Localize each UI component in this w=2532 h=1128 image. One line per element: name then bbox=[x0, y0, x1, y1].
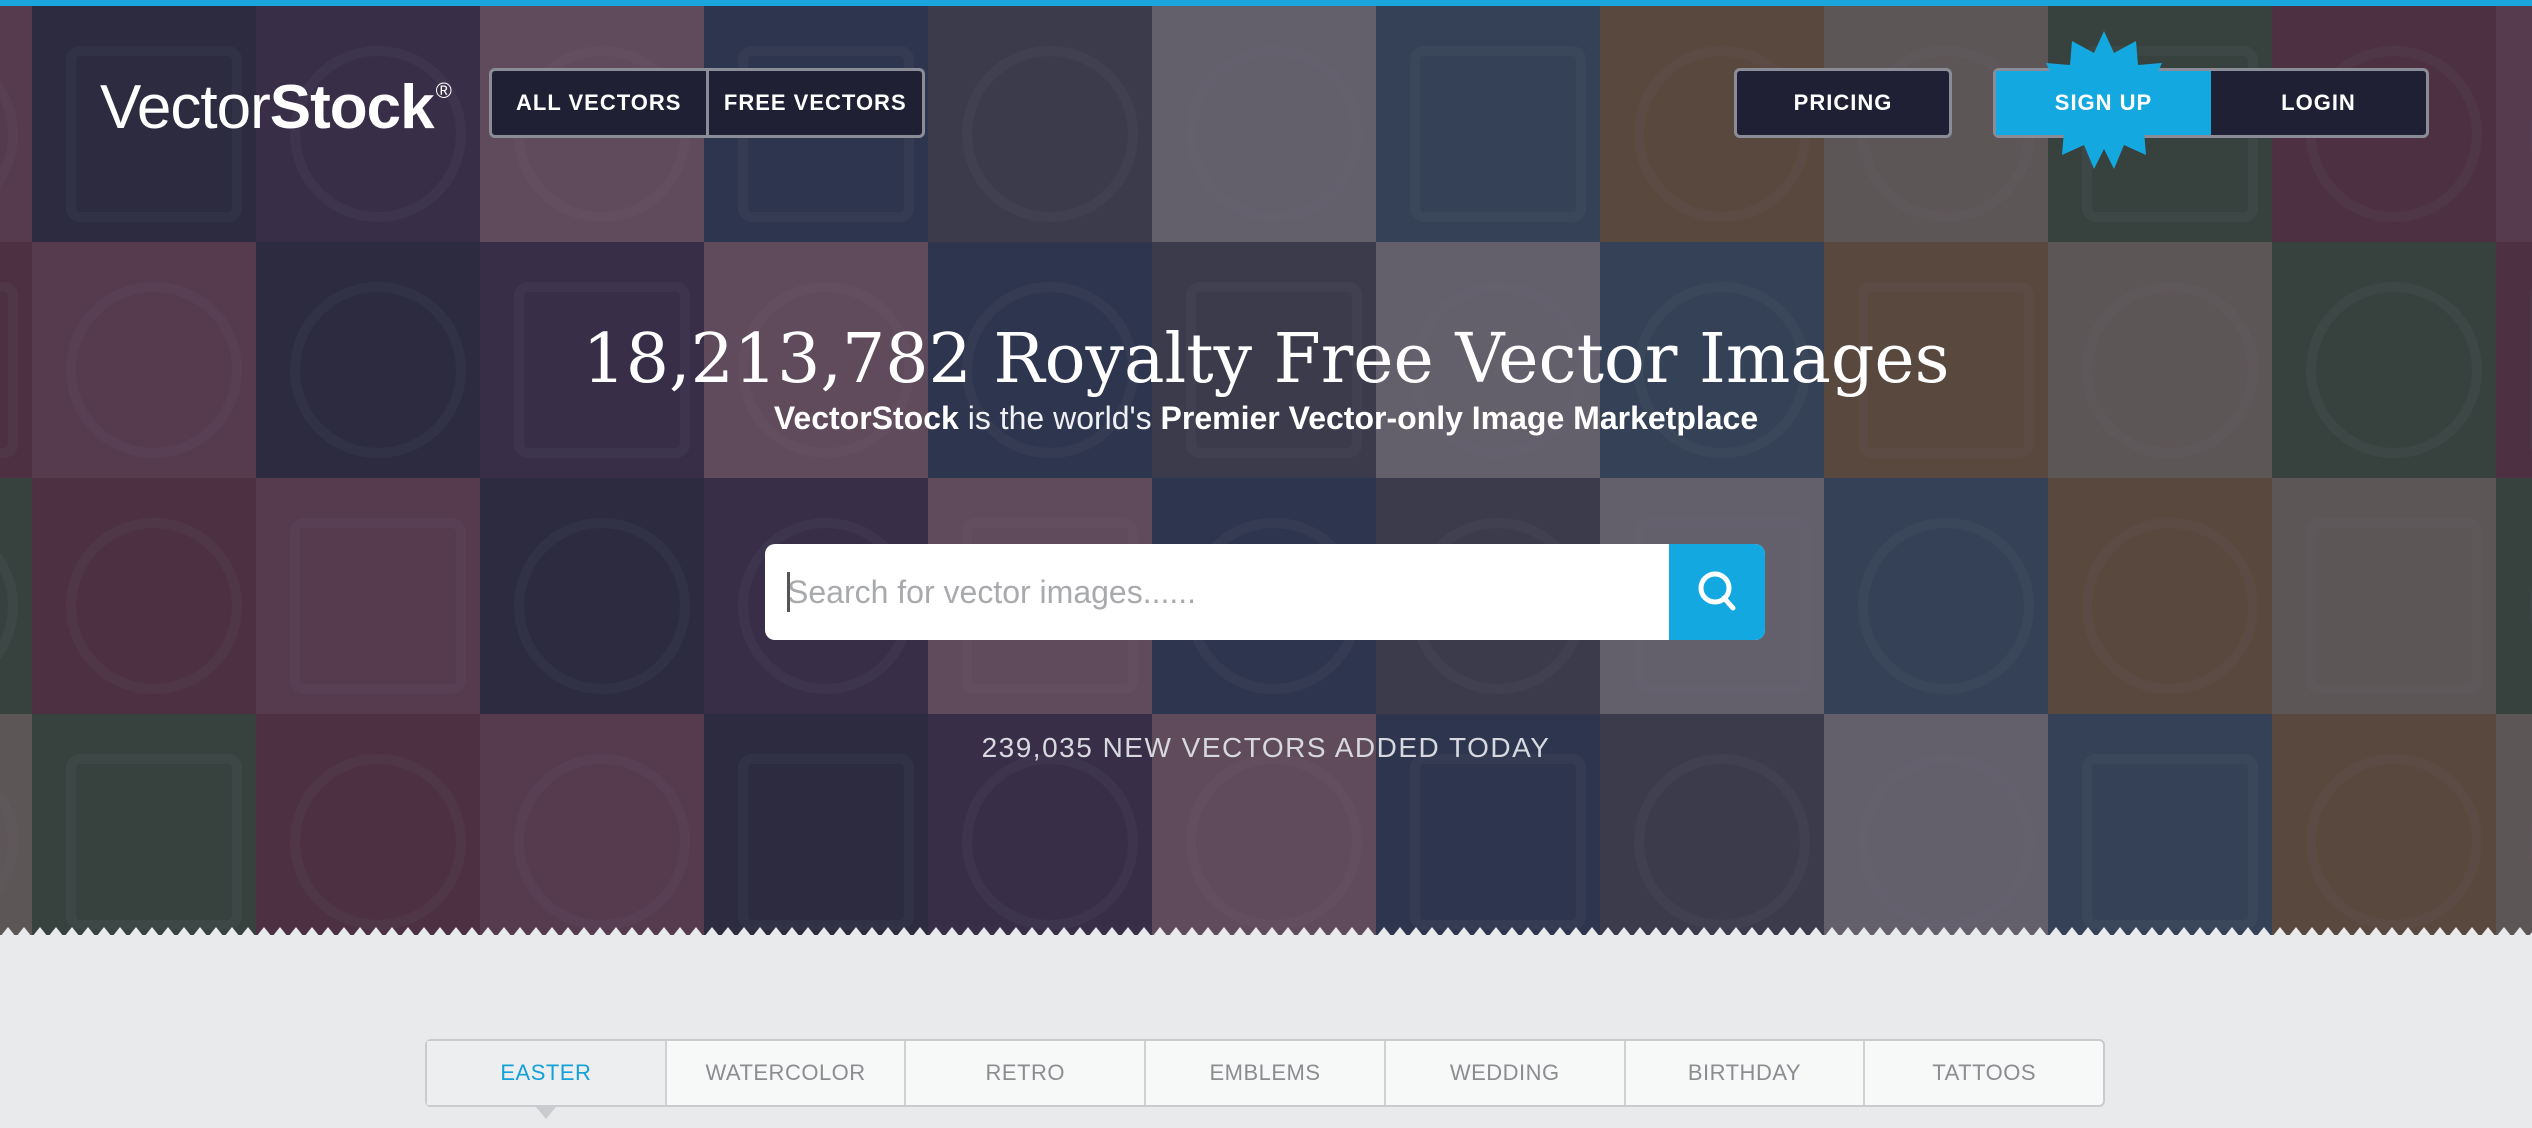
vector-type-nav: ALL VECTORS FREE VECTORS bbox=[489, 68, 925, 138]
logo-text-stock: Stock bbox=[269, 73, 435, 142]
pricing-button[interactable]: PRICING bbox=[1734, 68, 1952, 138]
login-button[interactable]: LOGIN bbox=[2211, 71, 2426, 135]
category-tabs: EASTER WATERCOLOR RETRO EMBLEMS WEDDING … bbox=[425, 1039, 2105, 1119]
search-icon bbox=[1698, 571, 1736, 611]
tagline-brand: VectorStock bbox=[773, 400, 959, 436]
vectorstock-logo[interactable]: VectorStock® bbox=[100, 72, 452, 143]
logo-text-vector: Vector bbox=[100, 73, 271, 142]
sign-up-label: SIGN UP bbox=[2054, 90, 2153, 115]
tab-easter[interactable]: EASTER bbox=[427, 1041, 665, 1119]
auth-buttons: SIGN UP LOGIN bbox=[1993, 31, 2429, 169]
tagline-middle: is the world's bbox=[958, 400, 1161, 436]
tagline: VectorStock is the world's Premier Vecto… bbox=[0, 400, 2532, 437]
tab-wedding[interactable]: WEDDING bbox=[1383, 1041, 1624, 1105]
free-vectors-button[interactable]: FREE VECTORS bbox=[705, 71, 923, 135]
search-input[interactable] bbox=[765, 544, 1669, 640]
tab-retro[interactable]: RETRO bbox=[904, 1041, 1144, 1105]
tab-tattoos[interactable]: TATTOOS bbox=[1863, 1041, 2103, 1105]
hero-banner: VectorStock® ALL VECTORS FREE VECTORS PR… bbox=[0, 6, 2532, 935]
search-button[interactable] bbox=[1669, 544, 1765, 640]
all-vectors-button[interactable]: ALL VECTORS bbox=[492, 71, 706, 135]
sign-up-button[interactable]: SIGN UP bbox=[1996, 31, 2211, 169]
tab-watercolor[interactable]: WATERCOLOR bbox=[664, 1041, 905, 1105]
text-caret bbox=[787, 572, 790, 612]
search-bar bbox=[765, 544, 1765, 640]
tagline-strong: Premier Vector-only Image Marketplace bbox=[1160, 400, 1759, 436]
page-title: 18,213,782 Royalty Free Vector Images bbox=[582, 319, 1950, 399]
tab-emblems[interactable]: EMBLEMS bbox=[1144, 1041, 1384, 1105]
hero-zigzag-edge bbox=[1, 927, 2532, 935]
registered-mark: ® bbox=[435, 78, 452, 103]
new-vectors-counter: 239,035 NEW VECTORS ADDED TODAY bbox=[981, 732, 1551, 763]
tab-birthday[interactable]: BIRTHDAY bbox=[1623, 1041, 1864, 1105]
top-accent-bar bbox=[0, 0, 2532, 6]
